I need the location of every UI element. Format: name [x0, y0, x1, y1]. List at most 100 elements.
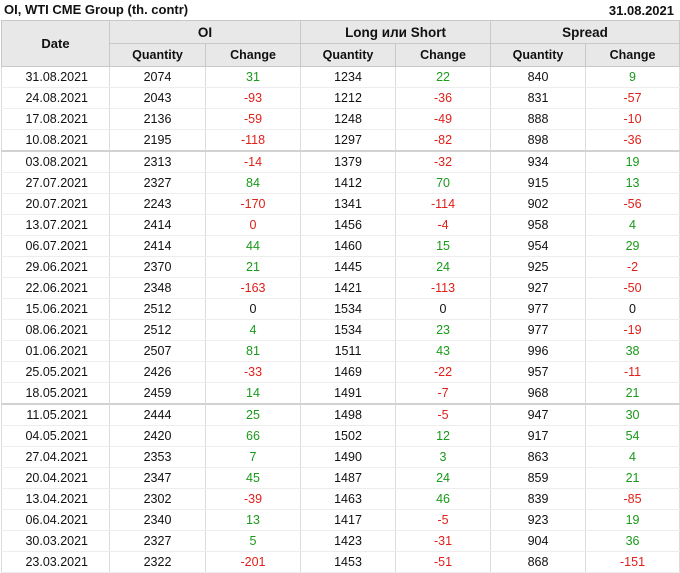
spread-change-cell: -11 [585, 361, 680, 383]
oi-quantity-cell: 2370 [109, 256, 206, 278]
date-cell: 06.04.2021 [1, 509, 110, 531]
ls-quantity-cell: 1212 [300, 87, 397, 109]
oi-change-cell: 21 [204, 256, 302, 278]
date-cell: 29.06.2021 [1, 256, 110, 278]
table-row: 10.08.2021 2195 -118 1297 -82 898 -36 [1, 129, 680, 152]
column-group-oi: OI [108, 20, 302, 44]
spread-change-cell: -10 [585, 108, 680, 130]
ls-change-cell: -31 [395, 530, 492, 552]
spread-change-cell: 30 [585, 403, 680, 426]
ls-change-cell: -4 [395, 214, 492, 236]
ls-change-cell: -113 [395, 277, 492, 299]
ls-change-cell: -5 [395, 509, 492, 531]
table-row: 31.08.2021 2074 31 1234 22 840 9 [1, 66, 680, 88]
ls-change-cell: 46 [395, 488, 492, 510]
oi-change-cell: 81 [204, 340, 302, 362]
column-header-spread-change: Change [585, 43, 680, 67]
date-cell: 20.04.2021 [1, 467, 110, 489]
date-cell: 13.04.2021 [1, 488, 110, 510]
spread-quantity-cell: 898 [490, 129, 587, 152]
ls-quantity-cell: 1412 [300, 172, 397, 194]
ls-change-cell: -32 [395, 150, 492, 173]
ls-quantity-cell: 1498 [300, 403, 397, 426]
ls-change-cell: 12 [395, 425, 492, 447]
date-cell: 30.03.2021 [1, 530, 110, 552]
spread-quantity-cell: 947 [490, 403, 587, 426]
table-row: 24.08.2021 2043 -93 1212 -36 831 -57 [1, 87, 680, 109]
table-row: 20.04.2021 2347 45 1487 24 859 21 [1, 467, 680, 489]
spread-quantity-cell: 902 [490, 193, 587, 215]
table-row: 01.06.2021 2507 81 1511 43 996 38 [1, 340, 680, 362]
oi-quantity-cell: 2327 [109, 172, 206, 194]
ls-change-cell: 70 [395, 172, 492, 194]
spread-quantity-cell: 904 [490, 530, 587, 552]
column-header-date: Date [1, 20, 110, 67]
spread-quantity-cell: 934 [490, 150, 587, 173]
spread-change-cell: -57 [585, 87, 680, 109]
date-cell: 27.07.2021 [1, 172, 110, 194]
table-row: 06.04.2021 2340 13 1417 -5 923 19 [1, 509, 680, 531]
spread-change-cell: 4 [585, 446, 680, 468]
spread-quantity-cell: 915 [490, 172, 587, 194]
ls-quantity-cell: 1487 [300, 467, 397, 489]
spread-quantity-cell: 839 [490, 488, 587, 510]
spread-change-cell: -2 [585, 256, 680, 278]
column-header-oi-change: Change [204, 43, 302, 67]
spread-change-cell: -50 [585, 277, 680, 299]
oi-change-cell: 7 [204, 446, 302, 468]
ls-quantity-cell: 1463 [300, 488, 397, 510]
oi-change-cell: -201 [204, 551, 302, 573]
ls-quantity-cell: 1511 [300, 340, 397, 362]
oi-quantity-cell: 2340 [109, 509, 206, 531]
ls-change-cell: 23 [395, 319, 492, 341]
spread-change-cell: 38 [585, 340, 680, 362]
date-cell: 27.04.2021 [1, 446, 110, 468]
date-cell: 06.07.2021 [1, 235, 110, 257]
ls-quantity-cell: 1248 [300, 108, 397, 130]
oi-quantity-cell: 2043 [109, 87, 206, 109]
ls-change-cell: 22 [395, 66, 492, 88]
column-group-long-short: Long или Short [300, 20, 492, 44]
ls-change-cell: 3 [395, 446, 492, 468]
table-body: 31.08.2021 2074 31 1234 22 840 9 24.08.2021 2043… [1, 66, 680, 573]
ls-quantity-cell: 1490 [300, 446, 397, 468]
date-cell: 22.06.2021 [1, 277, 110, 299]
spread-change-cell: 19 [585, 509, 680, 531]
date-cell: 17.08.2021 [1, 108, 110, 130]
oi-change-cell: 14 [204, 382, 302, 405]
table-row: 17.08.2021 2136 -59 1248 -49 888 -10 [1, 108, 680, 130]
spread-change-cell: 0 [585, 298, 680, 320]
oi-quantity-cell: 2414 [109, 235, 206, 257]
spread-change-cell: 13 [585, 172, 680, 194]
ls-quantity-cell: 1445 [300, 256, 397, 278]
ls-change-cell: -49 [395, 108, 492, 130]
oi-quantity-cell: 2348 [109, 277, 206, 299]
spread-quantity-cell: 977 [490, 319, 587, 341]
table-row: 22.06.2021 2348 -163 1421 -113 927 -50 [1, 277, 680, 299]
oi-quantity-cell: 2243 [109, 193, 206, 215]
spread-change-cell: 29 [585, 235, 680, 257]
oi-change-cell: 0 [204, 298, 302, 320]
table-row: 11.05.2021 2444 25 1498 -5 947 30 [1, 403, 680, 426]
date-cell: 13.07.2021 [1, 214, 110, 236]
spread-quantity-cell: 957 [490, 361, 587, 383]
oi-change-cell: 84 [204, 172, 302, 194]
spread-quantity-cell: 923 [490, 509, 587, 531]
ls-change-cell: 43 [395, 340, 492, 362]
ls-change-cell: -114 [395, 193, 492, 215]
ls-quantity-cell: 1456 [300, 214, 397, 236]
column-header-oi-quantity: Quantity [109, 43, 206, 67]
spread-quantity-cell: 977 [490, 298, 587, 320]
table-row: 06.07.2021 2414 44 1460 15 954 29 [1, 235, 680, 257]
oi-change-cell: 13 [204, 509, 302, 531]
oi-change-cell: 5 [204, 530, 302, 552]
oi-quantity-cell: 2414 [109, 214, 206, 236]
ls-quantity-cell: 1491 [300, 382, 397, 405]
oi-change-cell: 4 [204, 319, 302, 341]
date-cell: 11.05.2021 [1, 403, 110, 426]
oi-change-cell: 0 [204, 214, 302, 236]
ls-quantity-cell: 1421 [300, 277, 397, 299]
ls-quantity-cell: 1379 [300, 150, 397, 173]
oi-change-cell: 44 [204, 235, 302, 257]
oi-quantity-cell: 2512 [109, 319, 206, 341]
